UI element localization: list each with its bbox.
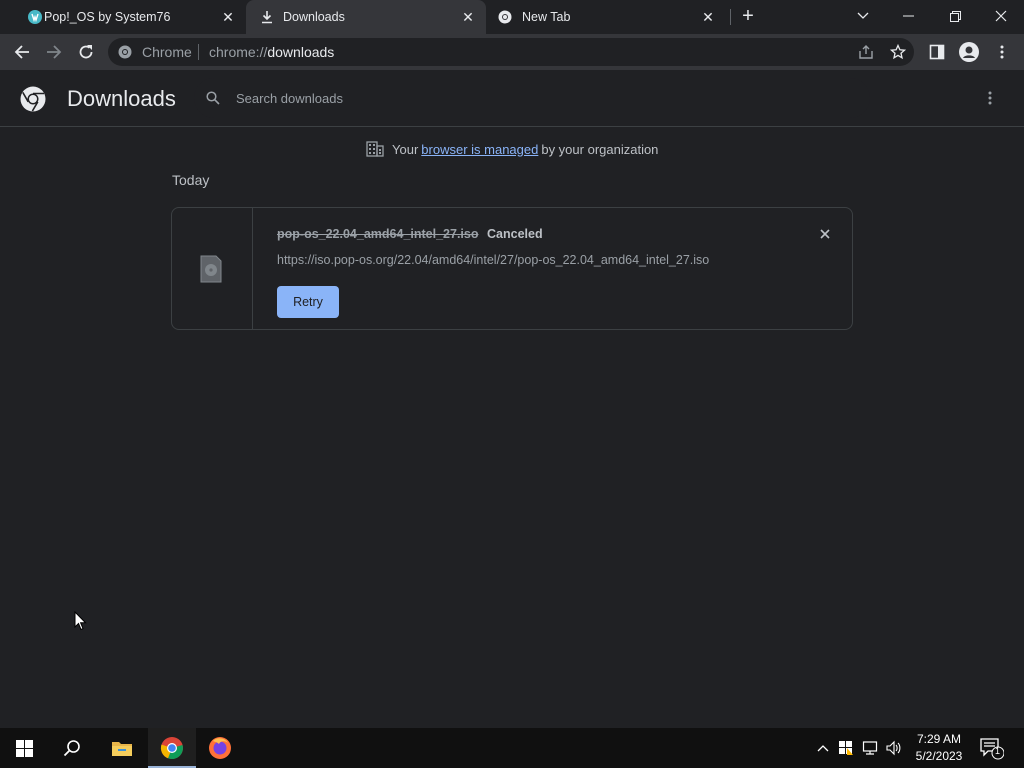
profile-button[interactable] bbox=[957, 40, 981, 64]
url-path: downloads bbox=[267, 44, 335, 60]
show-hidden-icons-button[interactable] bbox=[815, 740, 831, 756]
notification-center-button[interactable]: 1 bbox=[980, 738, 1005, 760]
firefox-icon bbox=[209, 737, 231, 759]
kebab-menu-icon bbox=[1000, 45, 1004, 59]
tab-strip: Pop!_OS by System76 ✕ Downloads ✕ New Ta… bbox=[0, 0, 1024, 34]
arrow-left-icon bbox=[14, 45, 29, 59]
search-box[interactable] bbox=[194, 78, 870, 118]
start-button[interactable] bbox=[0, 728, 48, 768]
download-item: pop-os_22.04_amd64_intel_27.iso Canceled… bbox=[171, 207, 853, 330]
omnibox-scheme-label: Chrome bbox=[142, 44, 192, 60]
taskbar-search-button[interactable] bbox=[48, 728, 96, 768]
downloads-menu-button[interactable] bbox=[980, 88, 1000, 108]
date-group-heading: Today bbox=[172, 172, 210, 188]
tab-title: New Tab bbox=[522, 10, 571, 24]
taskbar-chrome[interactable] bbox=[148, 728, 196, 768]
tab-pop-os[interactable]: Pop!_OS by System76 ✕ bbox=[8, 0, 246, 34]
file-icon-column bbox=[172, 208, 253, 329]
close-tab-icon[interactable]: ✕ bbox=[700, 9, 716, 25]
search-icon bbox=[206, 91, 220, 105]
chrome-menu-button[interactable] bbox=[990, 40, 1014, 64]
managed-suffix: by your organization bbox=[541, 141, 659, 157]
page-title: Downloads bbox=[67, 86, 176, 111]
chevron-up-icon bbox=[817, 745, 829, 752]
windows-taskbar: 7:29 AM 5/2/2023 1 bbox=[0, 728, 1024, 768]
download-status: Canceled bbox=[487, 227, 543, 241]
new-tab-button[interactable]: + bbox=[738, 6, 758, 27]
volume-tray-icon[interactable] bbox=[886, 740, 902, 756]
restore-button[interactable] bbox=[932, 0, 978, 32]
building-icon bbox=[366, 141, 384, 157]
browser-toolbar: Chrome chrome://downloads bbox=[0, 34, 1024, 70]
tab-title: Downloads bbox=[283, 10, 345, 24]
file-icon bbox=[200, 255, 222, 283]
clock-date: 5/2/2023 bbox=[915, 749, 963, 763]
close-window-button[interactable] bbox=[978, 0, 1024, 32]
chevron-down-icon bbox=[857, 12, 869, 19]
minimize-icon bbox=[903, 15, 914, 17]
omnibox-url[interactable]: chrome://downloads bbox=[209, 44, 334, 60]
taskbar-file-explorer[interactable] bbox=[98, 728, 146, 768]
tab-title: Pop!_OS by System76 bbox=[44, 10, 171, 24]
volume-icon bbox=[886, 740, 901, 756]
omnibox-divider bbox=[198, 44, 199, 60]
clock-time: 7:29 AM bbox=[916, 732, 962, 746]
minimize-button[interactable] bbox=[886, 0, 932, 32]
close-icon bbox=[820, 229, 830, 239]
tab-divider bbox=[730, 9, 731, 25]
reload-icon bbox=[79, 45, 93, 59]
tab-downloads[interactable]: Downloads ✕ bbox=[246, 0, 486, 34]
managed-notice: Your browser is managed by your organiza… bbox=[366, 140, 658, 158]
chrome-logo-icon bbox=[20, 86, 46, 112]
kebab-menu-icon bbox=[988, 91, 992, 105]
downloads-header: Downloads bbox=[0, 70, 1024, 127]
managed-prefix: Your bbox=[392, 141, 419, 157]
chrome-icon bbox=[160, 737, 183, 760]
network-icon bbox=[862, 741, 878, 755]
avatar-icon bbox=[959, 42, 979, 62]
close-icon bbox=[995, 10, 1007, 22]
download-filename[interactable]: pop-os_22.04_amd64_intel_27.iso bbox=[277, 227, 478, 241]
url-prefix: chrome:// bbox=[209, 44, 268, 60]
download-url[interactable]: https://iso.pop-os.org/22.04/amd64/intel… bbox=[277, 253, 709, 267]
retry-button[interactable]: Retry bbox=[277, 286, 339, 318]
notification-icon bbox=[980, 738, 1005, 760]
browser-managed-link[interactable]: browser is managed bbox=[421, 142, 538, 157]
arrow-right-icon bbox=[47, 45, 62, 59]
bookmark-star-icon[interactable] bbox=[890, 44, 906, 60]
pop-os-favicon bbox=[28, 10, 42, 24]
search-icon bbox=[63, 740, 80, 757]
reload-button[interactable] bbox=[74, 40, 98, 64]
chrome-icon bbox=[498, 10, 512, 24]
windows-start-icon bbox=[15, 739, 33, 757]
address-bar[interactable]: Chrome chrome://downloads bbox=[108, 38, 914, 66]
side-panel-icon bbox=[929, 44, 945, 60]
tab-search-button[interactable] bbox=[840, 0, 886, 32]
taskbar-clock[interactable]: 7:29 AM 5/2/2023 bbox=[908, 731, 970, 765]
forward-button[interactable] bbox=[42, 40, 66, 64]
mouse-cursor-icon bbox=[74, 611, 87, 631]
search-downloads-input[interactable] bbox=[236, 89, 836, 107]
tab-new-tab[interactable]: New Tab ✕ bbox=[486, 0, 726, 34]
file-explorer-icon bbox=[112, 742, 132, 756]
windows-security-icon bbox=[839, 741, 853, 755]
restore-icon bbox=[949, 10, 961, 22]
security-tray-icon[interactable] bbox=[838, 740, 854, 756]
taskbar-firefox[interactable] bbox=[196, 728, 244, 768]
side-panel-button[interactable] bbox=[925, 40, 949, 64]
network-tray-icon[interactable] bbox=[862, 740, 878, 756]
chrome-icon bbox=[118, 45, 132, 59]
download-icon bbox=[262, 11, 272, 24]
close-tab-icon[interactable]: ✕ bbox=[220, 9, 236, 25]
close-tab-icon[interactable]: ✕ bbox=[460, 9, 476, 25]
share-icon[interactable] bbox=[858, 44, 874, 60]
remove-download-button[interactable] bbox=[817, 226, 833, 242]
back-button[interactable] bbox=[10, 40, 34, 64]
notification-count: 1 bbox=[995, 746, 1001, 756]
